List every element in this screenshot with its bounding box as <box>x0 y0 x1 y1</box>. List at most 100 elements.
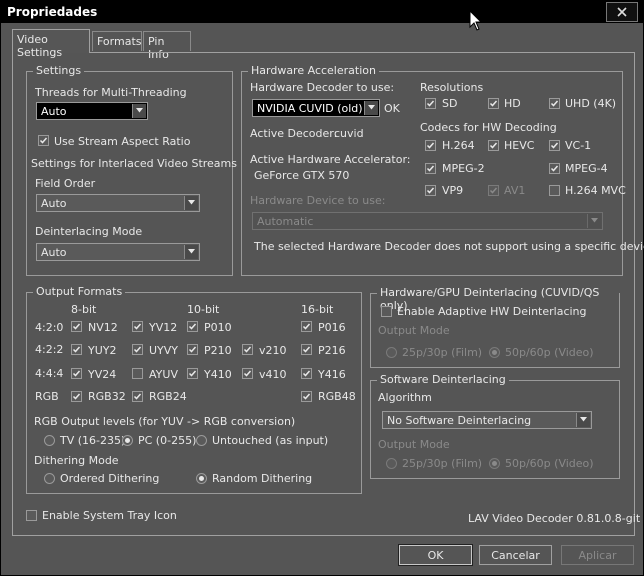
codec-h264-checkbox[interactable] <box>425 140 436 151</box>
hw-deint-film-radio[interactable] <box>386 347 397 358</box>
codec-mpeg2-checkbox[interactable] <box>425 163 436 174</box>
close-button[interactable] <box>606 2 638 22</box>
res-hd-checkbox[interactable] <box>488 98 499 109</box>
group-label: Hardware Acceleration <box>248 64 379 77</box>
fmt-uyvy-checkbox[interactable] <box>132 344 143 355</box>
fmt-p016-checkbox[interactable] <box>301 321 312 332</box>
system-tray-checkbox[interactable] <box>26 510 37 521</box>
fmt-p010-checkbox[interactable] <box>187 321 198 332</box>
fmt-yv24-checkbox[interactable] <box>71 368 82 379</box>
codec-vp9-checkbox[interactable] <box>425 185 436 196</box>
hw-deint-film-label: 25p/30p (Film) <box>402 346 483 359</box>
tab-pin-info[interactable]: Pin Info <box>143 31 191 61</box>
fmt-rgb32-checkbox[interactable] <box>71 391 82 402</box>
col-8bit-label: 8-bit <box>71 303 97 316</box>
fmt-nv12-checkbox[interactable] <box>71 321 82 332</box>
res-sd-checkbox[interactable] <box>425 98 436 109</box>
checkmark-icon <box>188 370 197 377</box>
row-label-rgb: RGB <box>35 390 59 403</box>
deint-mode-label: Deinterlacing Mode <box>35 225 143 238</box>
sw-deint-video-radio[interactable] <box>489 458 500 469</box>
fmt-ayuv-checkbox[interactable] <box>132 368 143 379</box>
checkmark-icon <box>426 187 435 194</box>
stream-aspect-checkbox[interactable] <box>38 135 49 146</box>
group-label: Settings <box>33 64 85 77</box>
cancel-button[interactable]: Cancelar <box>479 545 552 565</box>
fmt-v210-label: v210 <box>259 344 287 357</box>
radio-dot <box>125 438 130 443</box>
deint-mode-select[interactable]: Auto <box>36 243 200 261</box>
hw-deint-output-mode-label: Output Mode <box>378 324 450 337</box>
codec-av1-checkbox[interactable] <box>488 185 499 196</box>
interlaced-label: Settings for Interlaced Video Streams <box>31 157 237 170</box>
dither-ordered-radio[interactable] <box>44 473 55 484</box>
fmt-v410-label: v410 <box>259 368 287 381</box>
checkmark-icon <box>426 165 435 172</box>
res-uhd-checkbox[interactable] <box>549 98 560 109</box>
hw-deint-video-radio[interactable] <box>489 347 500 358</box>
chevron-down-icon <box>591 218 598 223</box>
checkmark-icon <box>72 393 81 400</box>
threads-select[interactable]: Auto <box>36 102 148 120</box>
checkmark-icon <box>133 323 142 330</box>
hw-deint-enable-checkbox[interactable] <box>381 306 392 317</box>
checkmark-icon <box>550 100 559 107</box>
fmt-y410-checkbox[interactable] <box>187 368 198 379</box>
title-bar[interactable]: Propriedades <box>1 1 643 23</box>
fmt-nv12-label: NV12 <box>88 321 118 334</box>
rgb-level-tv-label: TV (16-235) <box>60 434 126 447</box>
tab-video-settings[interactable]: Video Settings <box>12 29 90 59</box>
codec-hevc-checkbox[interactable] <box>488 140 499 151</box>
rgb-level-tv-radio[interactable] <box>44 435 55 446</box>
dropdown-arrow[interactable] <box>184 245 198 259</box>
codec-h264mvc-checkbox[interactable] <box>549 185 560 196</box>
hw-device-select[interactable]: Automatic <box>252 212 603 230</box>
active-accel-value: GeForce GTX 570 <box>254 169 350 182</box>
checkmark-icon <box>133 346 142 353</box>
codec-av1-label: AV1 <box>504 184 526 197</box>
checkmark-icon <box>302 346 311 353</box>
resolutions-label: Resolutions <box>420 81 484 94</box>
radio-dot <box>492 461 497 466</box>
fmt-rgb48-checkbox[interactable] <box>301 391 312 402</box>
fmt-rgb24-checkbox[interactable] <box>132 391 143 402</box>
radio-dot <box>492 350 497 355</box>
fmt-yv12-checkbox[interactable] <box>132 321 143 332</box>
rgb-level-untouched-radio[interactable] <box>196 435 207 446</box>
checkmark-icon <box>302 323 311 330</box>
rgb-level-pc-radio[interactable] <box>122 435 133 446</box>
fmt-p210-label: P210 <box>204 344 232 357</box>
sw-deint-film-radio[interactable] <box>386 458 397 469</box>
checkmark-icon <box>72 323 81 330</box>
field-order-select[interactable]: Auto <box>36 194 200 212</box>
sw-deint-algorithm-select[interactable]: No Software Deinterlacing <box>382 411 592 429</box>
threads-label: Threads for Multi-Threading <box>35 86 187 99</box>
fmt-p010-label: P010 <box>204 321 232 334</box>
hw-decoder-select[interactable]: NVIDIA CUVID (old) <box>252 99 380 117</box>
fmt-uyvy-label: UYVY <box>149 344 179 357</box>
dropdown-arrow[interactable] <box>184 196 198 210</box>
checkmark-icon <box>426 100 435 107</box>
fmt-yuy2-checkbox[interactable] <box>71 344 82 355</box>
fmt-p210-checkbox[interactable] <box>187 344 198 355</box>
tab-formats[interactable]: Formats <box>92 31 142 51</box>
apply-button[interactable]: Aplicar <box>561 545 634 565</box>
row-label-422: 4:2:2 <box>35 343 64 356</box>
dropdown-arrow[interactable] <box>587 214 601 228</box>
fmt-p216-checkbox[interactable] <box>301 344 312 355</box>
fmt-v410-checkbox[interactable] <box>242 368 253 379</box>
codec-vc1-checkbox[interactable] <box>549 140 560 151</box>
dropdown-arrow[interactable] <box>364 101 378 115</box>
codec-mpeg4-label: MPEG-4 <box>565 162 608 175</box>
checkmark-icon <box>188 323 197 330</box>
dither-random-radio[interactable] <box>196 473 207 484</box>
codec-mpeg4-checkbox[interactable] <box>549 163 560 174</box>
button-label: Aplicar <box>578 549 617 562</box>
dropdown-arrow[interactable] <box>576 413 590 427</box>
checkmark-icon <box>426 142 435 149</box>
fmt-y416-label: Y416 <box>318 368 346 381</box>
dropdown-arrow[interactable] <box>132 104 146 118</box>
ok-button[interactable]: OK <box>398 544 473 566</box>
fmt-y416-checkbox[interactable] <box>301 368 312 379</box>
fmt-v210-checkbox[interactable] <box>242 344 253 355</box>
